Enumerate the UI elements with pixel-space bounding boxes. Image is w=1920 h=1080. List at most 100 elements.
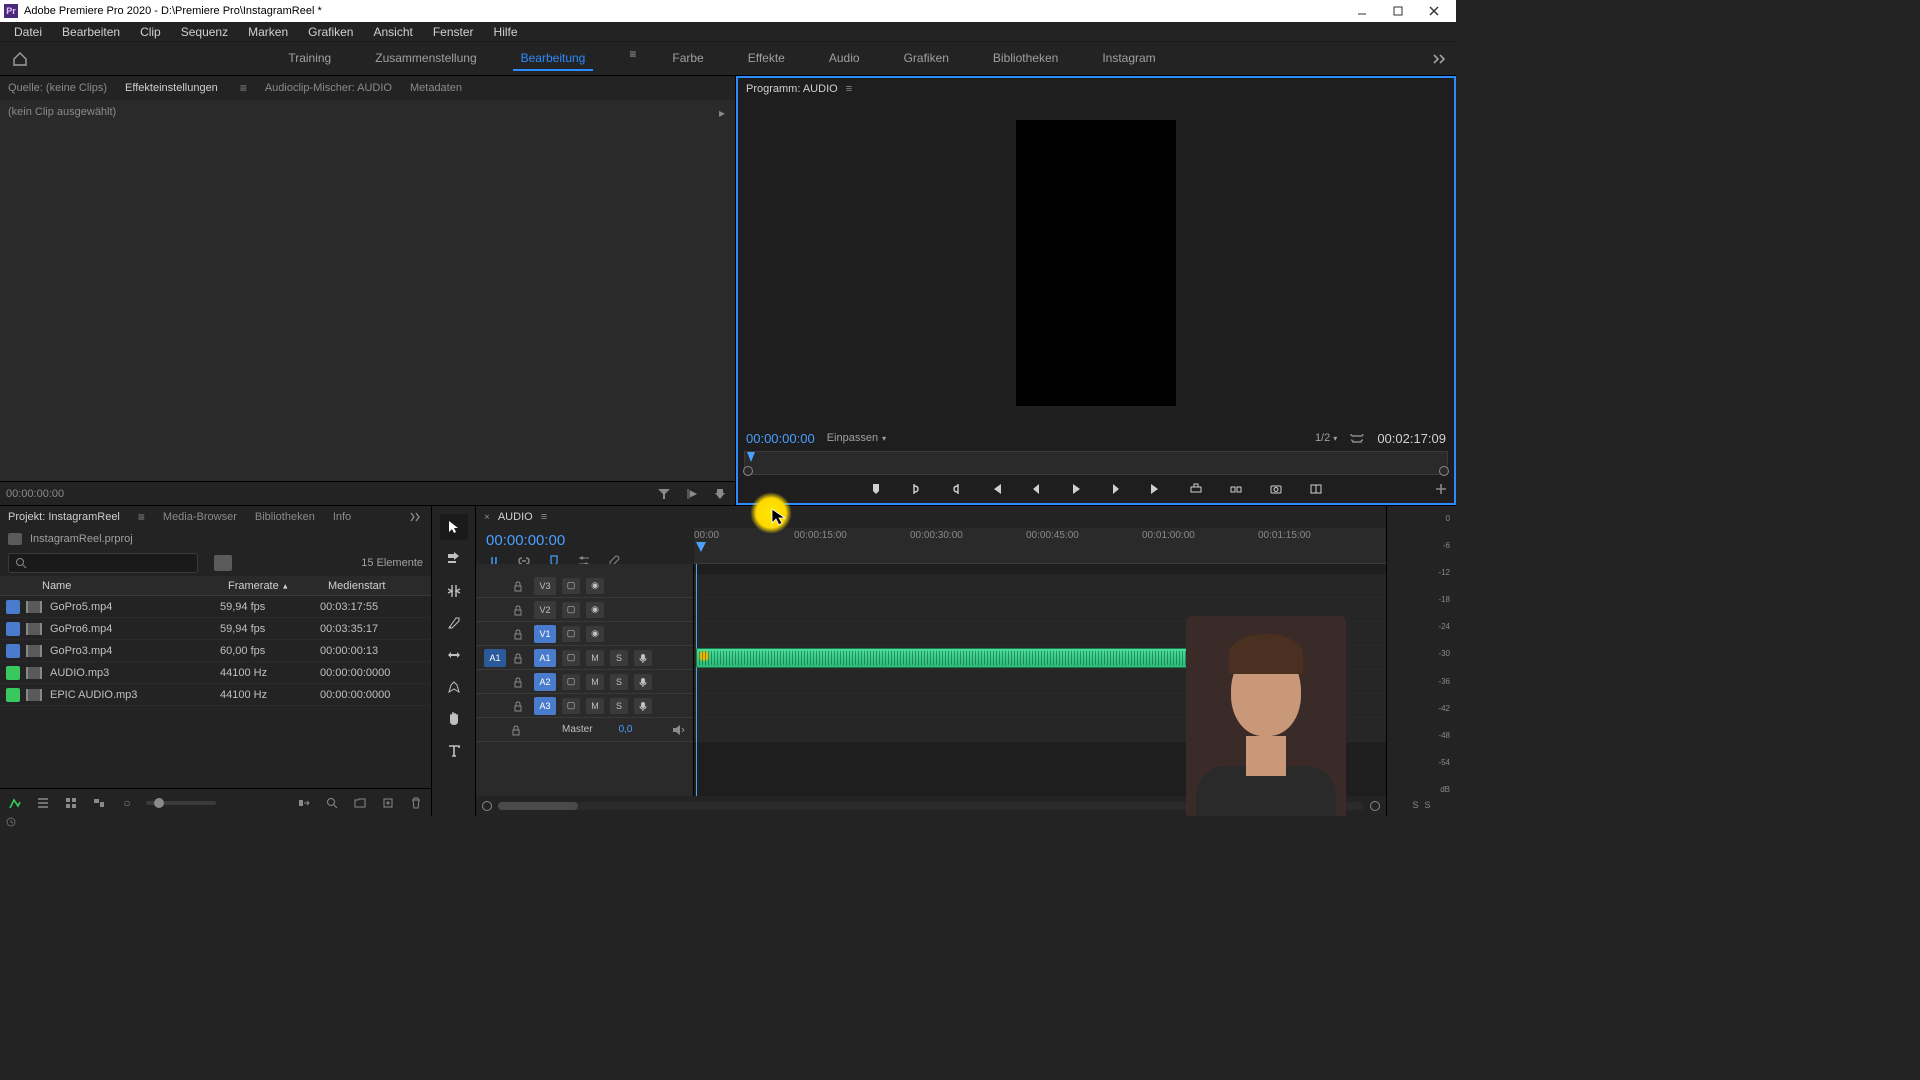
filter-icon[interactable] bbox=[655, 485, 673, 503]
new-bin-icon[interactable] bbox=[351, 794, 369, 812]
lift-button[interactable] bbox=[1187, 480, 1205, 498]
search-input-wrapper[interactable] bbox=[8, 553, 198, 573]
track-header-master[interactable]: Master 0,0 bbox=[476, 718, 693, 742]
workspace-audio[interactable]: Audio bbox=[821, 47, 868, 71]
zoom-handle-left[interactable] bbox=[482, 801, 492, 811]
mute-button[interactable]: M bbox=[586, 698, 604, 714]
label-swatch[interactable] bbox=[6, 666, 20, 680]
mark-in-button[interactable] bbox=[907, 480, 925, 498]
project-row[interactable]: GoPro6.mp4 59,94 fps 00:03:35:17 bbox=[0, 618, 431, 640]
timeline-playhead[interactable] bbox=[696, 542, 706, 552]
workspace-libraries[interactable]: Bibliotheken bbox=[985, 47, 1066, 71]
extract-button[interactable] bbox=[1227, 480, 1245, 498]
automate-icon[interactable] bbox=[295, 794, 313, 812]
track-header-a1[interactable]: A1 A1 ▢ M S bbox=[476, 646, 693, 670]
program-timecode[interactable]: 00:00:00:00 bbox=[746, 431, 815, 446]
timeline-tab-close[interactable]: × bbox=[484, 512, 490, 523]
zoom-dropdown[interactable]: 1/2 ▾ bbox=[1315, 432, 1337, 444]
project-row[interactable]: GoPro5.mp4 59,94 fps 00:03:17:55 bbox=[0, 596, 431, 618]
solo-button[interactable]: S bbox=[610, 698, 628, 714]
export-frame-button[interactable] bbox=[1267, 480, 1285, 498]
project-row[interactable]: GoPro3.mp4 60,00 fps 00:00:00:13 bbox=[0, 640, 431, 662]
workspace-assembly[interactable]: Zusammenstellung bbox=[367, 47, 484, 71]
track-header-v2[interactable]: V2 ▢ ◉ bbox=[476, 598, 693, 622]
minimize-button[interactable] bbox=[1344, 0, 1380, 22]
track-label[interactable]: A2 bbox=[534, 673, 556, 691]
column-mediastart[interactable]: Medienstart bbox=[320, 580, 430, 592]
tab-source[interactable]: Quelle: (keine Clips) bbox=[8, 82, 107, 94]
lock-icon[interactable] bbox=[512, 652, 528, 664]
eye-icon[interactable]: ◉ bbox=[586, 602, 604, 618]
sync-lock-icon[interactable]: ▢ bbox=[562, 674, 580, 690]
workspace-graphics[interactable]: Grafiken bbox=[896, 47, 957, 71]
find-icon[interactable] bbox=[323, 794, 341, 812]
source-patch[interactable]: A1 bbox=[484, 649, 506, 667]
disclosure-icon[interactable]: ▸ bbox=[719, 106, 725, 120]
workspace-menu-icon[interactable]: ≡ bbox=[629, 47, 636, 71]
track-label[interactable]: A3 bbox=[534, 697, 556, 715]
menu-window[interactable]: Fenster bbox=[423, 23, 484, 41]
track-header-a2[interactable]: A2 ▢ M S bbox=[476, 670, 693, 694]
tab-info[interactable]: Info bbox=[333, 511, 351, 523]
slip-tool[interactable] bbox=[440, 642, 468, 668]
workspace-color[interactable]: Farbe bbox=[664, 47, 711, 71]
freeform-view-button[interactable] bbox=[90, 794, 108, 812]
program-scrubber[interactable] bbox=[744, 451, 1448, 475]
button-editor-icon[interactable] bbox=[1434, 482, 1448, 496]
tab-libraries[interactable]: Bibliotheken bbox=[255, 511, 315, 523]
lock-icon[interactable] bbox=[512, 676, 528, 688]
export-icon[interactable] bbox=[711, 485, 729, 503]
track-header-a3[interactable]: A3 ▢ M S bbox=[476, 694, 693, 718]
solo-left[interactable]: S bbox=[1412, 800, 1418, 810]
tab-audio-mixer[interactable]: Audioclip-Mischer: AUDIO bbox=[265, 82, 392, 94]
menu-help[interactable]: Hilfe bbox=[484, 23, 528, 41]
voice-over-icon[interactable] bbox=[634, 650, 652, 666]
label-swatch[interactable] bbox=[6, 644, 20, 658]
zoom-handle-right[interactable] bbox=[1370, 801, 1380, 811]
tab-metadata[interactable]: Metadaten bbox=[410, 82, 462, 94]
playhead-line[interactable] bbox=[696, 564, 697, 796]
audio-clip[interactable] bbox=[696, 648, 1266, 668]
sync-lock-icon[interactable]: ▢ bbox=[562, 626, 580, 642]
program-viewport[interactable] bbox=[738, 100, 1454, 425]
go-to-out-button[interactable] bbox=[1147, 480, 1165, 498]
sequence-name[interactable]: AUDIO bbox=[498, 511, 533, 523]
sync-lock-icon[interactable]: ▢ bbox=[562, 578, 580, 594]
eye-icon[interactable]: ◉ bbox=[586, 626, 604, 642]
workspace-overflow-icon[interactable] bbox=[1432, 53, 1448, 65]
menu-clip[interactable]: Clip bbox=[130, 23, 171, 41]
menu-edit[interactable]: Bearbeiten bbox=[52, 23, 130, 41]
solo-button[interactable]: S bbox=[610, 674, 628, 690]
track-select-tool[interactable] bbox=[440, 546, 468, 572]
track-label[interactable]: V1 bbox=[534, 625, 556, 643]
tab-project[interactable]: Projekt: InstagramReel bbox=[8, 511, 120, 523]
step-forward-button[interactable] bbox=[1107, 480, 1125, 498]
sync-lock-icon[interactable]: ▢ bbox=[562, 698, 580, 714]
maximize-button[interactable] bbox=[1380, 0, 1416, 22]
zoom-out-icon[interactable]: ○ bbox=[118, 794, 136, 812]
menu-file[interactable]: Datei bbox=[4, 23, 52, 41]
lock-icon[interactable] bbox=[512, 700, 528, 712]
menu-graphics[interactable]: Grafiken bbox=[298, 23, 363, 41]
eye-icon[interactable]: ◉ bbox=[586, 578, 604, 594]
tab-effect-controls[interactable]: Effekteinstellungen bbox=[125, 82, 218, 94]
label-swatch[interactable] bbox=[6, 622, 20, 636]
home-button[interactable] bbox=[8, 47, 32, 71]
mark-out-button[interactable] bbox=[947, 480, 965, 498]
workspace-instagram[interactable]: Instagram bbox=[1094, 47, 1163, 71]
lock-icon[interactable] bbox=[512, 580, 528, 592]
new-bin-button[interactable] bbox=[214, 555, 232, 571]
fit-dropdown[interactable]: Einpassen▾ bbox=[827, 432, 886, 444]
menu-view[interactable]: Ansicht bbox=[363, 23, 422, 41]
lock-icon[interactable] bbox=[512, 628, 528, 640]
master-value[interactable]: 0,0 bbox=[619, 724, 633, 735]
project-row[interactable]: AUDIO.mp3 44100 Hz 00:00:00:0000 bbox=[0, 662, 431, 684]
solo-right[interactable]: S bbox=[1425, 800, 1431, 810]
label-swatch[interactable] bbox=[6, 600, 20, 614]
timeline-timecode[interactable]: 00:00:00:00 bbox=[486, 532, 684, 549]
ripple-edit-tool[interactable] bbox=[440, 578, 468, 604]
column-name[interactable]: Name bbox=[0, 580, 220, 592]
scrubber-playhead[interactable] bbox=[747, 452, 755, 462]
lock-icon[interactable] bbox=[512, 604, 528, 616]
hand-tool[interactable] bbox=[440, 706, 468, 732]
